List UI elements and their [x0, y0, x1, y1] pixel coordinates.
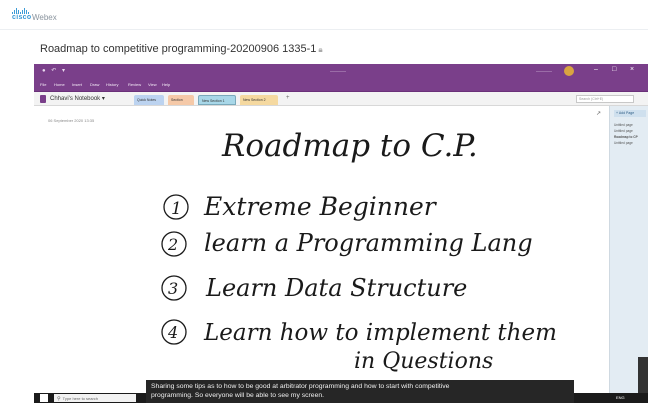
onenote-window-title: ———— [330, 68, 346, 73]
note-title: Roadmap to C.P. [221, 128, 478, 164]
taskbar-search[interactable]: ⚲ Type here to search [54, 394, 136, 402]
notebook-icon [40, 95, 46, 103]
item-4-number: 4 [167, 323, 178, 342]
add-page-button[interactable]: + Add Page [614, 110, 646, 117]
item-3-number: 3 [168, 279, 178, 298]
search-input[interactable]: Search (Ctrl+E) [576, 95, 634, 103]
page-item[interactable]: Untitled page [614, 123, 633, 127]
webex-recording-player: cisco Webex Roadmap to competitive progr… [0, 0, 648, 403]
cisco-logo-text: cisco [12, 14, 32, 21]
ribbon-tab-draw[interactable]: Draw [90, 82, 99, 87]
onenote-user[interactable]: ———— [536, 68, 552, 73]
note-canvas[interactable]: 06 September 2020 13:35 ↗ Roadmap to C.P… [34, 106, 609, 403]
ribbon-tab-file[interactable]: File [40, 82, 46, 87]
notebook-nav-bar: Chhavi's Notebook ▾ Quick Notes Section … [34, 92, 648, 106]
add-section-button[interactable]: + [286, 95, 290, 101]
user-avatar[interactable] [564, 66, 574, 76]
taskbar-tray[interactable]: ENG [616, 395, 625, 400]
ribbon-tab-history[interactable]: History [106, 82, 118, 87]
section-tab-new-section-1[interactable]: New Section 1 [198, 95, 236, 105]
caption-line-1: Sharing some tips as to how to be good a… [151, 383, 450, 390]
recording-title: Roadmap to competitive programming-20200… [40, 43, 323, 55]
maximize-icon[interactable]: □ [612, 66, 616, 73]
windows-start-icon[interactable] [40, 394, 48, 402]
page-item[interactable]: Untitled page [614, 129, 633, 133]
recording-title-text: Roadmap to competitive programming-20200… [40, 43, 317, 55]
section-tab-section[interactable]: Section [168, 95, 194, 105]
item-2-number: 2 [167, 235, 178, 254]
page-item[interactable]: Untitled page [614, 141, 633, 145]
caption-line-2: programming. So everyone will be able to… [151, 391, 325, 399]
webex-header: cisco Webex [0, 0, 648, 30]
section-tab-quick-notes[interactable]: Quick Notes [134, 95, 164, 105]
item-4-text-line2: in Questions [354, 349, 493, 374]
onenote-ribbon: File Home Insert Draw History Review Vie… [34, 78, 648, 92]
item-1-number: 1 [171, 199, 182, 219]
minimize-icon[interactable]: – [594, 66, 598, 73]
ribbon-tab-view[interactable]: View [148, 82, 157, 87]
ribbon-tab-help[interactable]: Help [162, 82, 170, 87]
ribbon-tab-insert[interactable]: Insert [72, 82, 82, 87]
item-2-text: learn a Programming Lang [204, 229, 533, 257]
video-player[interactable]: ● ↶ ▾ ———— ———— – □ × File Home Insert D… [34, 64, 648, 403]
onenote-titlebar: ● ↶ ▾ ———— ———— – □ × [34, 64, 648, 78]
quick-access-icons[interactable]: ● ↶ ▾ [42, 67, 67, 74]
item-1-text: Extreme Beginner [203, 192, 438, 221]
cisco-logo[interactable]: cisco [12, 8, 31, 21]
notebook-name[interactable]: Chhavi's Notebook ▾ [50, 95, 105, 102]
webex-brand: Webex [32, 13, 57, 22]
lock-icon: 🔒︎ [318, 45, 323, 54]
caption-overlay: Sharing some tips as to how to be good a… [146, 380, 574, 403]
notebook-name-text: Chhavi's Notebook [50, 96, 101, 102]
handwritten-notes: Roadmap to C.P. 1 Extreme Beginner 2 lea… [161, 128, 557, 374]
item-3-text: Learn Data Structure [205, 274, 467, 302]
ribbon-tab-review[interactable]: Review [128, 82, 141, 87]
item-4-text: Learn how to implement them [203, 320, 557, 346]
section-tab-new-section-2[interactable]: New Section 2 [240, 95, 278, 105]
taskbar-search-text: Type here to search [62, 396, 99, 401]
search-icon: ⚲ [57, 396, 61, 402]
page-item-active[interactable]: Roadmap to CP [614, 135, 638, 139]
close-icon[interactable]: × [630, 66, 634, 73]
ribbon-tab-home[interactable]: Home [54, 82, 65, 87]
